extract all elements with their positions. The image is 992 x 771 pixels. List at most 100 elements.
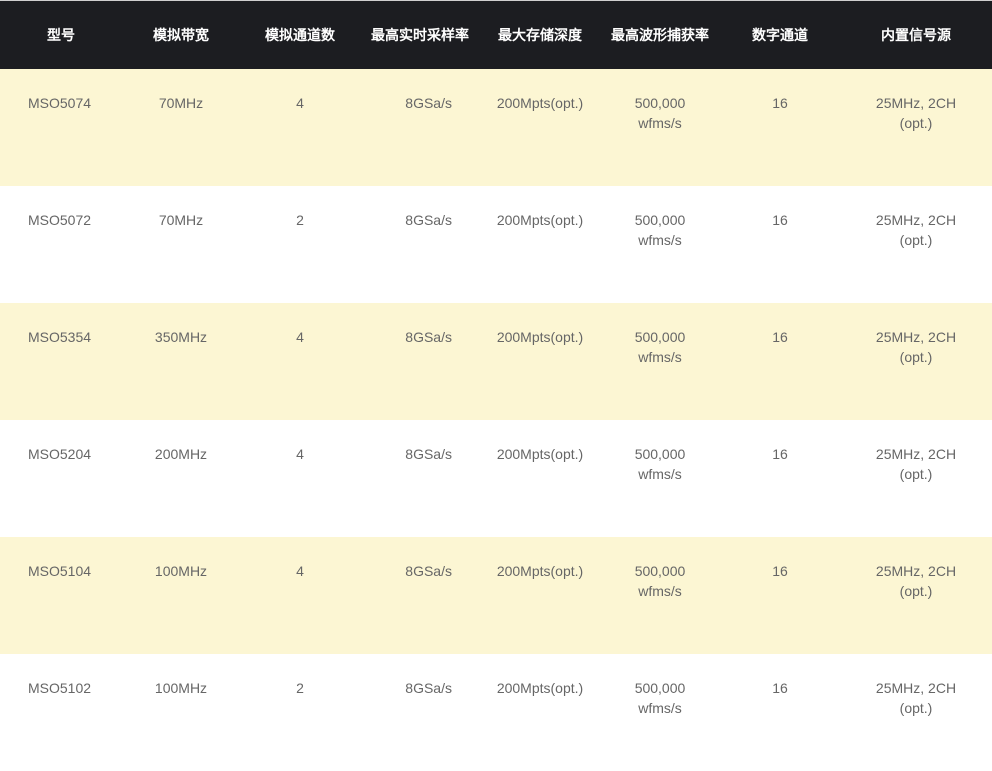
cell-analog-channels: 4 — [240, 303, 360, 420]
cell-sample-rate-text: 8GSa/s — [405, 329, 452, 345]
table-row: MSO5354 350MHz 4 8GSa/s 200Mpts(opt.) 500,000… — [0, 303, 992, 420]
cell-memory-depth-text: 200Mpts(opt.) — [496, 212, 584, 228]
cell-sample-rate: 8GSa/s — [360, 303, 480, 420]
cell-memory-depth: 200Mpts(opt.) — [480, 537, 600, 654]
cell-analog-channels-text: 4 — [296, 446, 304, 462]
cell-sample-rate-text: 8GSa/s — [405, 446, 452, 462]
cell-analog-bandwidth-text: 100MHz — [154, 680, 208, 696]
cell-analog-bandwidth-text: 70MHz — [158, 212, 204, 228]
cell-waveform-capture-rate-text: 500,000 wfms/s — [634, 212, 686, 248]
cell-model: MSO5102 — [0, 654, 122, 771]
cell-signal-source-text: 25MHz, 2CH (opt.) — [875, 95, 957, 131]
header-signal-source: 内置信号源 — [840, 0, 992, 69]
cell-digital-channels-text: 16 — [772, 446, 788, 462]
header-analog-bandwidth: 模拟带宽 — [122, 0, 240, 69]
header-analog-channels: 模拟通道数 — [240, 0, 360, 69]
cell-signal-source-text: 25MHz, 2CH (opt.) — [875, 680, 957, 716]
cell-waveform-capture-rate-text: 500,000 wfms/s — [634, 680, 686, 716]
cell-memory-depth-text: 200Mpts(opt.) — [496, 329, 584, 345]
cell-digital-channels-text: 16 — [772, 563, 788, 579]
cell-analog-bandwidth: 100MHz — [122, 537, 240, 654]
cell-analog-channels: 4 — [240, 537, 360, 654]
cell-analog-channels-text: 4 — [296, 95, 304, 111]
cell-waveform-capture-rate-text: 500,000 wfms/s — [634, 446, 686, 482]
cell-memory-depth-text: 200Mpts(opt.) — [496, 680, 584, 696]
cell-analog-channels-text: 4 — [296, 329, 304, 345]
table-body: MSO5074 70MHz 4 8GSa/s 200Mpts(opt.) 500,000 … — [0, 69, 992, 771]
cell-model: MSO5074 — [0, 69, 122, 186]
cell-model: MSO5072 — [0, 186, 122, 303]
cell-analog-bandwidth: 100MHz — [122, 654, 240, 771]
cell-waveform-capture-rate: 500,000 wfms/s — [600, 537, 720, 654]
cell-memory-depth: 200Mpts(opt.) — [480, 420, 600, 537]
cell-analog-channels: 2 — [240, 186, 360, 303]
cell-analog-channels-text: 2 — [296, 680, 304, 696]
cell-signal-source: 25MHz, 2CH (opt.) — [840, 186, 992, 303]
cell-digital-channels: 16 — [720, 537, 840, 654]
table-row: MSO5072 70MHz 2 8GSa/s 200Mpts(opt.) 500,000 … — [0, 186, 992, 303]
header-row: 型号 模拟带宽 模拟通道数 最高实时采样率 最大存储深度 最高波形捕获率 数字通… — [0, 0, 992, 69]
cell-signal-source-text: 25MHz, 2CH (opt.) — [875, 446, 957, 482]
spec-table: 型号 模拟带宽 模拟通道数 最高实时采样率 最大存储深度 最高波形捕获率 数字通… — [0, 0, 992, 771]
header-waveform-capture-rate: 最高波形捕获率 — [600, 0, 720, 69]
cell-signal-source: 25MHz, 2CH (opt.) — [840, 69, 992, 186]
cell-model: MSO5104 — [0, 537, 122, 654]
cell-signal-source: 25MHz, 2CH (opt.) — [840, 537, 992, 654]
cell-analog-channels-text: 4 — [296, 563, 304, 579]
cell-signal-source: 25MHz, 2CH (opt.) — [840, 303, 992, 420]
header-memory-depth: 最大存储深度 — [480, 0, 600, 69]
cell-waveform-capture-rate: 500,000 wfms/s — [600, 69, 720, 186]
cell-memory-depth-text: 200Mpts(opt.) — [496, 563, 584, 579]
cell-waveform-capture-rate: 500,000 wfms/s — [600, 186, 720, 303]
cell-model: MSO5354 — [0, 303, 122, 420]
cell-signal-source-text: 25MHz, 2CH (opt.) — [875, 563, 957, 599]
cell-digital-channels: 16 — [720, 303, 840, 420]
cell-digital-channels-text: 16 — [772, 95, 788, 111]
cell-analog-channels-text: 2 — [296, 212, 304, 228]
cell-memory-depth: 200Mpts(opt.) — [480, 186, 600, 303]
cell-waveform-capture-rate-text: 500,000 wfms/s — [634, 563, 686, 599]
cell-digital-channels: 16 — [720, 186, 840, 303]
header-digital-channels: 数字通道 — [720, 0, 840, 69]
cell-analog-bandwidth-text: 100MHz — [154, 563, 208, 579]
cell-sample-rate-text: 8GSa/s — [405, 563, 452, 579]
cell-analog-bandwidth: 70MHz — [122, 69, 240, 186]
cell-sample-rate: 8GSa/s — [360, 186, 480, 303]
cell-memory-depth-text: 200Mpts(opt.) — [496, 446, 584, 462]
cell-memory-depth-text: 200Mpts(opt.) — [496, 95, 584, 111]
header-sample-rate: 最高实时采样率 — [360, 0, 480, 69]
cell-signal-source: 25MHz, 2CH (opt.) — [840, 420, 992, 537]
cell-waveform-capture-rate-text: 500,000 wfms/s — [634, 95, 686, 131]
cell-digital-channels-text: 16 — [772, 680, 788, 696]
cell-sample-rate: 8GSa/s — [360, 420, 480, 537]
cell-model-text: MSO5354 — [28, 329, 92, 345]
cell-digital-channels-text: 16 — [772, 212, 788, 228]
cell-analog-bandwidth: 350MHz — [122, 303, 240, 420]
cell-memory-depth: 200Mpts(opt.) — [480, 69, 600, 186]
cell-sample-rate: 8GSa/s — [360, 654, 480, 771]
cell-model-text: MSO5102 — [28, 680, 92, 696]
cell-analog-bandwidth: 200MHz — [122, 420, 240, 537]
cell-analog-bandwidth-text: 70MHz — [158, 95, 204, 111]
cell-signal-source: 25MHz, 2CH (opt.) — [840, 654, 992, 771]
cell-analog-bandwidth-text: 200MHz — [154, 446, 208, 462]
cell-analog-channels: 4 — [240, 420, 360, 537]
table-row: MSO5204 200MHz 4 8GSa/s 200Mpts(opt.) 500,000… — [0, 420, 992, 537]
cell-analog-channels: 2 — [240, 654, 360, 771]
cell-memory-depth: 200Mpts(opt.) — [480, 303, 600, 420]
header-model: 型号 — [0, 0, 122, 69]
table-header: 型号 模拟带宽 模拟通道数 最高实时采样率 最大存储深度 最高波形捕获率 数字通… — [0, 0, 992, 69]
cell-digital-channels-text: 16 — [772, 329, 788, 345]
cell-sample-rate: 8GSa/s — [360, 69, 480, 186]
table-row: MSO5104 100MHz 4 8GSa/s 200Mpts(opt.) 500,000… — [0, 537, 992, 654]
cell-sample-rate-text: 8GSa/s — [405, 212, 452, 228]
cell-model-text: MSO5104 — [28, 563, 92, 579]
cell-model-text: MSO5074 — [28, 95, 92, 111]
cell-waveform-capture-rate: 500,000 wfms/s — [600, 303, 720, 420]
table-row: MSO5074 70MHz 4 8GSa/s 200Mpts(opt.) 500,000 … — [0, 69, 992, 186]
cell-model-text: MSO5204 — [28, 446, 92, 462]
cell-model-text: MSO5072 — [28, 212, 92, 228]
cell-model: MSO5204 — [0, 420, 122, 537]
cell-signal-source-text: 25MHz, 2CH (opt.) — [875, 212, 957, 248]
cell-memory-depth: 200Mpts(opt.) — [480, 654, 600, 771]
